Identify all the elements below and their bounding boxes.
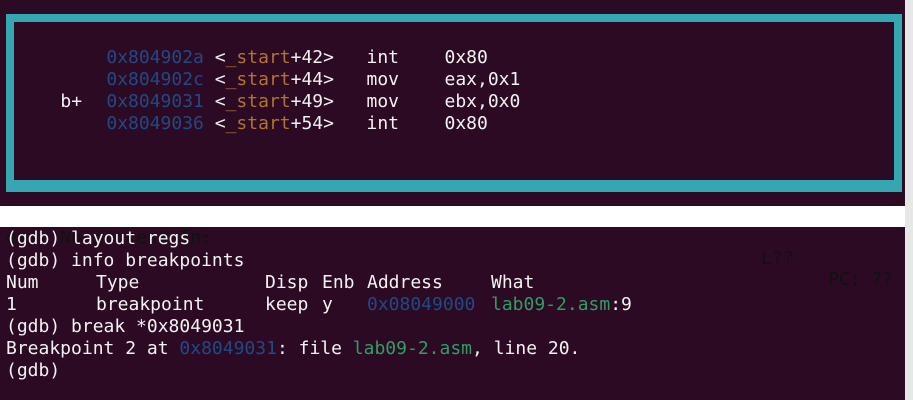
asm-operands: 0x80: [444, 113, 488, 134]
asm-line: 0x804902c <_start+44> mov eax,0x1: [17, 47, 520, 90]
bp2-file: lab09-2.asm: [352, 338, 473, 359]
bp-enb: y: [322, 294, 333, 315]
asm-address: 0x8049036: [106, 113, 204, 134]
header-type: Type: [96, 272, 140, 293]
console-line: (gdb) break *0x8049031: [6, 316, 245, 337]
asm-line: 0x8049036 <_start+54> int 0x80: [17, 91, 488, 134]
asm-offset: +54>: [290, 113, 334, 134]
asm-symbol: _start: [225, 113, 291, 134]
console-line: (gdb) layout regs: [6, 228, 191, 249]
terminal-window[interactable]: 0x804902a <_start+42> int 0x80 0x804902c …: [0, 0, 905, 400]
breakpoint-table-header: Num Type Disp Enb Address What: [6, 272, 806, 294]
header-what: What: [491, 272, 535, 293]
bp2-suffix: , line 20.: [472, 338, 581, 359]
asm-line: 0x804902a <_start+42> int 0x80: [17, 25, 488, 68]
bp-disp: keep: [265, 294, 309, 315]
bp-num: 1: [6, 294, 17, 315]
bp-line: :9: [610, 294, 632, 315]
bp-address: 0x08049000: [367, 294, 476, 315]
bp-file: lab09-2.asm: [491, 294, 611, 315]
header-num: Num: [6, 272, 39, 293]
status-line: L??: [761, 248, 794, 269]
bp2-prefix: Breakpoint 2 at: [6, 338, 180, 359]
status-bar: exec No process In: L?? PC: ??: [0, 206, 905, 290]
asm-line: b+ 0x8049031 <_start+49> mov ebx,0x0: [17, 69, 520, 112]
status-pc: PC: ??: [828, 269, 894, 290]
symbol-bracket: <: [214, 113, 226, 134]
window-edge: [905, 0, 913, 400]
breakpoint-table-row: 1 breakpoint keep y 0x08049000 lab09-2.a…: [6, 294, 806, 316]
bp2-mid: : file: [276, 338, 353, 359]
bp-what: lab09-2.asm:9: [491, 294, 632, 316]
header-address: Address: [367, 272, 443, 293]
asm-mnemonic: int: [366, 113, 400, 134]
bp2-address: 0x8049031: [179, 338, 277, 359]
gdb-prompt[interactable]: (gdb): [6, 360, 60, 382]
header-enb: Enb: [322, 272, 355, 293]
header-disp: Disp: [265, 272, 309, 293]
console-line: (gdb) info breakpoints: [6, 250, 245, 271]
bp-type: breakpoint: [96, 294, 205, 315]
breakpoint-message: Breakpoint 2 at 0x8049031: file lab09-2.…: [6, 338, 580, 360]
